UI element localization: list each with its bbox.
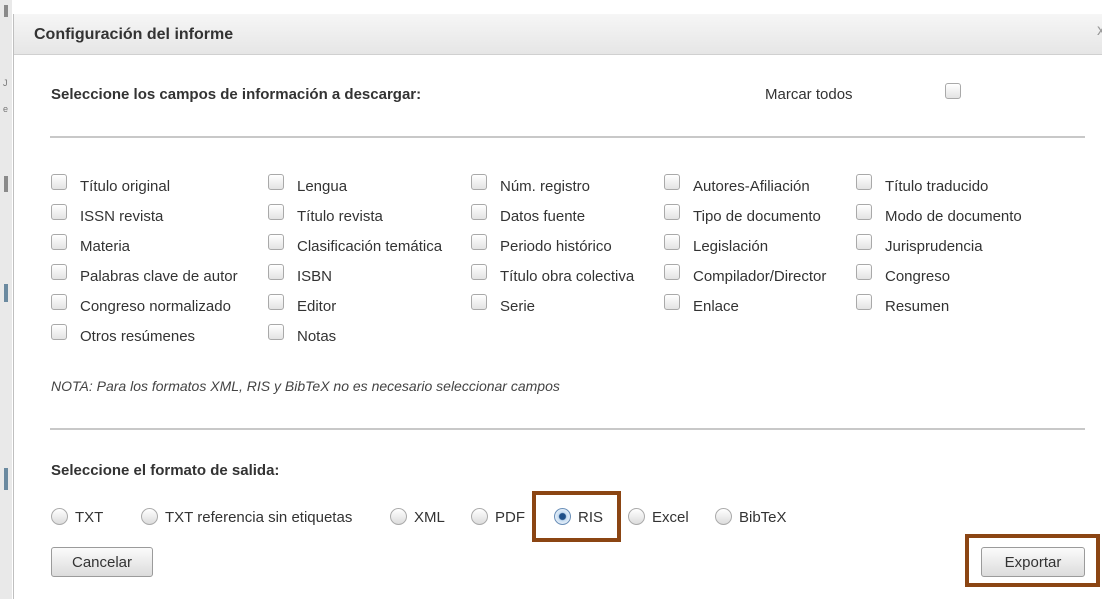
format-radio[interactable] [141,508,158,525]
field-checkbox[interactable] [268,204,284,220]
cancel-button[interactable]: Cancelar [51,547,153,577]
field-label: Jurisprudencia [885,238,983,255]
field-label: Resumen [885,298,950,315]
format-radio[interactable] [390,508,407,525]
format-radio[interactable] [715,508,732,525]
field-label: Periodo histórico [500,238,612,255]
dialog-title: Configuración del informe [34,26,234,43]
field-checkbox[interactable] [268,234,284,250]
field-checkbox[interactable] [664,204,680,220]
background-page-edge: J e [0,0,12,599]
field-label: Legislación [693,238,769,255]
field-checkbox[interactable] [856,204,872,220]
field-checkbox[interactable] [856,174,872,190]
field-label: Notas [297,328,337,345]
field-label: Título obra colectiva [500,268,635,285]
report-config-dialog: Configuración del informe x Seleccione l… [13,14,1102,599]
field-checkbox[interactable] [664,174,680,190]
field-checkbox[interactable] [268,324,284,340]
field-checkbox[interactable] [664,264,680,280]
format-label: Excel [652,509,689,526]
dialog-titlebar: Configuración del informe x [14,14,1102,55]
edge-mark [4,468,8,490]
field-label: ISSN revista [80,208,164,225]
format-label: XML [414,509,445,526]
field-checkbox[interactable] [471,264,487,280]
field-label: Título traducido [885,178,989,195]
field-label: Enlace [693,298,739,315]
field-checkbox[interactable] [51,324,67,340]
format-radio[interactable] [554,508,571,525]
field-label: Otros resúmenes [80,328,196,345]
section-divider [50,136,1085,138]
background-top [12,0,1102,13]
format-label: PDF [495,509,525,526]
field-checkbox[interactable] [268,264,284,280]
field-checkbox[interactable] [471,204,487,220]
field-label: Materia [80,238,131,255]
field-label: Tipo de documento [693,208,821,225]
field-checkbox[interactable] [51,204,67,220]
field-label: Palabras clave de autor [80,268,238,285]
field-label: Editor [297,298,337,315]
field-label: Congreso [885,268,951,285]
field-checkbox[interactable] [856,264,872,280]
field-label: Datos fuente [500,208,586,225]
format-radio[interactable] [628,508,645,525]
field-label: Núm. registro [500,178,591,195]
field-label: Título original [80,178,171,195]
field-label: ISBN [297,268,333,285]
format-label: TXT [75,509,104,526]
field-checkbox[interactable] [664,234,680,250]
section-divider [50,428,1085,430]
fields-heading: Seleccione los campos de información a d… [51,86,422,103]
format-label: TXT referencia sin etiquetas [165,509,353,526]
field-checkbox[interactable] [471,174,487,190]
field-checkbox[interactable] [664,294,680,310]
close-icon[interactable]: x [1097,22,1102,40]
format-heading: Seleccione el formato de salida: [51,462,280,479]
field-label: Compilador/Director [693,268,827,285]
mark-all-checkbox[interactable] [945,83,961,99]
ris-highlight-box [532,491,621,542]
field-label: Título revista [297,208,383,225]
field-label: Modo de documento [885,208,1022,225]
field-checkbox[interactable] [51,264,67,280]
mark-all-label: Marcar todos [765,86,853,103]
field-checkbox[interactable] [51,294,67,310]
field-checkbox[interactable] [51,234,67,250]
field-checkbox[interactable] [51,174,67,190]
format-radio[interactable] [471,508,488,525]
field-checkbox[interactable] [856,294,872,310]
edge-glyph: e [3,104,9,114]
formats-note: NOTA: Para los formatos XML, RIS y BibTe… [51,378,560,394]
edge-mark [4,284,8,302]
field-label: Autores-Afiliación [693,178,810,195]
field-checkbox[interactable] [471,234,487,250]
field-checkbox[interactable] [856,234,872,250]
format-label: RIS [578,509,604,526]
field-label: Congreso normalizado [80,298,231,315]
edge-mark [4,176,8,192]
field-label: Serie [500,298,536,315]
field-checkbox[interactable] [471,294,487,310]
field-label: Lengua [297,178,348,195]
field-label: Clasificación temática [297,238,443,255]
export-button[interactable]: Exportar [981,547,1085,577]
field-checkbox[interactable] [268,174,284,190]
format-radio[interactable] [51,508,68,525]
edge-glyph: J [3,78,8,88]
format-label: BibTeX [739,509,787,526]
edge-mark [4,5,8,17]
field-checkbox[interactable] [268,294,284,310]
